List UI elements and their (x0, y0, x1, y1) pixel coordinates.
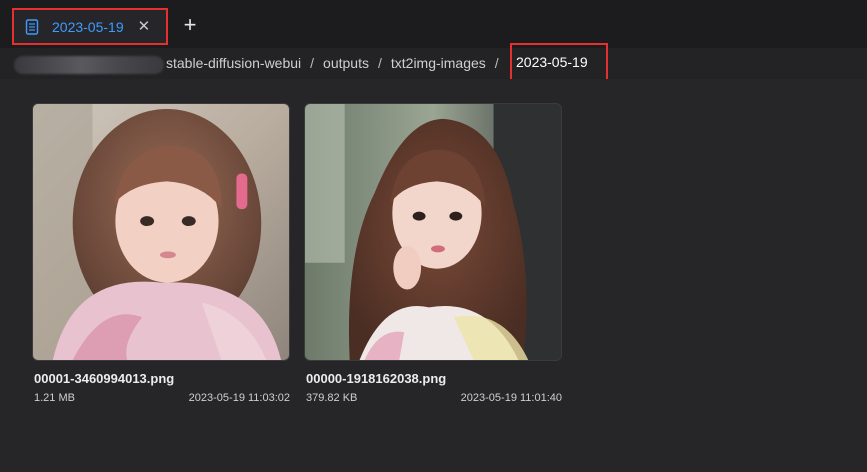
file-name: 00001-3460994013.png (34, 371, 175, 386)
image-thumbnail[interactable] (32, 103, 290, 361)
breadcrumb-items: stable-diffusion-webui / outputs / txt2img-i… (166, 55, 508, 71)
photo-thumbnail-image (33, 104, 289, 360)
tab-2023-05-19[interactable]: 2023-05-19 ✕ (12, 8, 168, 45)
file-card[interactable]: 00000-1918162038.png 379.82 KB 2023-05-1… (304, 103, 562, 404)
document-icon (25, 18, 39, 35)
file-modified: 2023-05-19 11:01:40 (460, 392, 562, 404)
breadcrumb-separator: / (377, 55, 382, 71)
breadcrumb: stable-diffusion-webui / outputs / txt2img-i… (0, 48, 867, 79)
tab-label: 2023-05-19 (52, 18, 124, 35)
plus-icon[interactable]: + (181, 14, 199, 36)
file-meta: 1.21 MB 2023-05-19 11:03:02 (32, 392, 290, 404)
file-grid: 00001-3460994013.png 1.21 MB 2023-05-19 … (0, 79, 867, 472)
breadcrumb-item-stable-diffusion-webui[interactable]: stable-diffusion-webui (166, 55, 301, 71)
breadcrumb-item-outputs[interactable]: outputs (323, 55, 369, 71)
photo-thumbnail-image (305, 104, 561, 360)
file-meta: 379.82 KB 2023-05-19 11:01:40 (304, 392, 562, 404)
redacted-path-segment[interactable] (14, 56, 164, 74)
file-browser-window: 2023-05-19 ✕ + stable-diffusion-webui / ou… (0, 0, 867, 472)
breadcrumb-current[interactable]: 2023-05-19 (510, 43, 608, 81)
file-size: 1.21 MB (34, 392, 75, 404)
breadcrumb-current-label: 2023-05-19 (516, 54, 588, 70)
breadcrumb-item-txt2img-images[interactable]: txt2img-images (391, 55, 486, 71)
file-modified: 2023-05-19 11:03:02 (188, 392, 290, 404)
tab-bar: 2023-05-19 ✕ + (0, 0, 867, 49)
breadcrumb-separator: / (494, 55, 499, 71)
image-thumbnail[interactable] (304, 103, 562, 361)
close-icon[interactable]: ✕ (138, 19, 151, 34)
breadcrumb-separator: / (310, 55, 315, 71)
file-size: 379.82 KB (306, 392, 358, 404)
file-card[interactable]: 00001-3460994013.png 1.21 MB 2023-05-19 … (32, 103, 290, 404)
file-name: 00000-1918162038.png (306, 371, 447, 386)
